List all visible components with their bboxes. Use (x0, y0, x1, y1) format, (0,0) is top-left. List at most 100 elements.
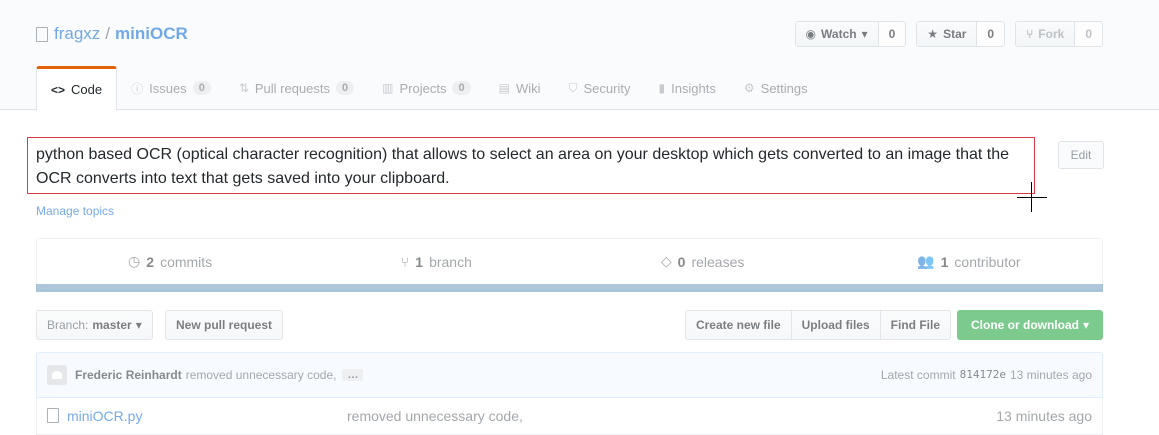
watch-count[interactable]: 0 (879, 22, 906, 46)
watch-label: Watch (821, 27, 857, 41)
tab-insights[interactable]: ▮ Insights (644, 66, 729, 110)
projects-counter: 0 (452, 81, 471, 95)
gear-icon: ⚙ (743, 81, 755, 95)
file-icon (47, 408, 59, 423)
tab-code[interactable]: <> Code (36, 66, 118, 111)
find-file-button[interactable]: Find File (881, 311, 950, 339)
fork-label: Fork (1038, 27, 1065, 41)
tab-issues-label: Issues (149, 80, 187, 96)
star-count[interactable]: 0 (977, 22, 1004, 46)
releases-summary[interactable]: ◇ 0 releases (570, 239, 836, 290)
issues-counter: 0 (192, 81, 211, 95)
manage-topics-link[interactable]: Manage topics (36, 204, 114, 218)
commits-summary[interactable]: ◷ 2 commits (37, 239, 303, 290)
contributor-count: 1 (940, 253, 949, 270)
wiki-icon: ▤ (498, 81, 510, 95)
tab-wiki-label: Wiki (515, 80, 541, 96)
tab-settings[interactable]: ⚙ Settings (730, 66, 822, 110)
eye-icon: ◉ (805, 27, 817, 41)
repo-header: fragxz / miniOCR ◉ Watch ▾ 0 ★ Star 0 ⑂ … (0, 0, 1159, 111)
clone-label: Clone or download (970, 318, 1079, 332)
crosshair-cursor-vertical (1031, 182, 1032, 212)
tab-projects-label: Projects (399, 80, 447, 96)
language-bar[interactable] (36, 284, 1103, 292)
project-icon: ▥ (382, 81, 394, 95)
graph-icon: ▮ (658, 81, 666, 95)
star-icon: ★ (927, 27, 939, 41)
tab-issues[interactable]: ⓘ Issues 0 (117, 66, 225, 110)
file-row: miniOCR.py removed unnecessary code, 13 … (36, 397, 1103, 435)
file-commit-message-link[interactable]: removed unnecessary code, (347, 408, 523, 424)
latest-commit-info: Latest commit 814172e 13 minutes ago (881, 368, 1092, 382)
branch-count: 1 (415, 253, 424, 270)
releases-count: 0 (677, 253, 686, 270)
tag-icon: ◇ (660, 253, 672, 269)
people-icon: 👥 (917, 253, 935, 269)
clone-or-download-button[interactable]: Clone or download ▾ (957, 310, 1103, 340)
latest-commit-label: Latest commit (880, 368, 956, 382)
repo-actions: ◉ Watch ▾ 0 ★ Star 0 ⑂ Fork 0 (794, 21, 1103, 47)
commits-count: 2 (146, 253, 155, 270)
commit-age: 13 minutes ago (1009, 368, 1092, 382)
pull-request-icon: ⇅ (238, 81, 249, 95)
tab-pull-requests-label: Pull requests (254, 80, 331, 96)
repo-icon (36, 26, 48, 42)
create-new-file-button[interactable]: Create new file (686, 311, 792, 339)
file-age: 13 minutes ago (996, 407, 1092, 424)
branch-icon: ⑂ (400, 253, 410, 270)
shield-icon: ⛉ (568, 80, 578, 95)
file-actions-group: Create new file Upload files Find File (684, 310, 951, 340)
commit-expand-button[interactable]: … (342, 369, 364, 381)
tab-security[interactable]: ⛉ Security (554, 66, 644, 110)
issue-icon: ⓘ (131, 81, 144, 96)
branch-name: master (92, 318, 132, 332)
history-icon: ◷ (128, 253, 141, 269)
watch-button[interactable]: ◉ Watch ▾ (795, 22, 879, 46)
crosshair-cursor-horizontal (1017, 197, 1047, 198)
tab-pull-requests[interactable]: ⇅ Pull requests 0 (225, 66, 368, 110)
releases-label: releases (691, 253, 745, 270)
repo-separator: / (105, 24, 111, 43)
tab-projects[interactable]: ▥ Projects 0 (368, 66, 484, 110)
fork-button[interactable]: ⑂ Fork (1016, 22, 1076, 46)
chevron-down-icon: ▾ (861, 27, 868, 41)
repo-title: fragxz / miniOCR (36, 24, 188, 44)
tab-wiki[interactable]: ▤ Wiki (485, 66, 555, 110)
watch-button-group: ◉ Watch ▾ 0 (794, 21, 907, 47)
file-name-link[interactable]: miniOCR.py (67, 408, 347, 424)
tab-security-label: Security (583, 80, 631, 96)
fork-icon: ⑂ (1026, 27, 1034, 41)
new-pull-request-button[interactable]: New pull request (165, 310, 284, 340)
branch-summary[interactable]: ⑂ 1 branch (303, 239, 569, 290)
commits-label: commits (160, 253, 213, 270)
fork-button-group: ⑂ Fork 0 (1015, 21, 1103, 47)
contributor-label: contributor (954, 253, 1021, 270)
code-icon: <> (51, 82, 66, 97)
branch-label: branch (429, 253, 472, 270)
chevron-down-icon: ▾ (1082, 318, 1090, 332)
edit-description-button[interactable]: Edit (1058, 141, 1104, 169)
repo-nav-tabs: <> Code ⓘ Issues 0 ⇅ Pull requests 0 ▥ P… (36, 66, 822, 111)
fork-count[interactable]: 0 (1075, 22, 1102, 46)
tab-code-label: Code (71, 82, 103, 97)
branch-prefix: Branch: (47, 318, 89, 332)
upload-files-button[interactable]: Upload files (792, 311, 881, 339)
tab-insights-label: Insights (671, 80, 716, 96)
star-button-group: ★ Star 0 (916, 21, 1006, 47)
pull-requests-counter: 0 (336, 81, 355, 95)
chevron-down-icon: ▾ (135, 318, 142, 332)
tab-settings-label: Settings (760, 80, 808, 96)
repo-description: python based OCR (optical character reco… (27, 137, 1035, 194)
file-navigation: Branch: master ▾ New pull request Create… (36, 310, 1103, 340)
commit-message-link[interactable]: removed unnecessary code, (186, 368, 337, 382)
repo-owner-link[interactable]: fragxz (54, 24, 100, 44)
avatar[interactable] (47, 365, 67, 385)
repo-name-link[interactable]: miniOCR (115, 24, 188, 44)
star-button[interactable]: ★ Star (917, 22, 978, 46)
commit-sha-link[interactable]: 814172e (960, 368, 1006, 382)
latest-commit-row: Frederic Reinhardt removed unnecessary c… (36, 352, 1103, 398)
contributor-summary[interactable]: 👥 1 contributor (836, 239, 1102, 290)
star-label: Star (943, 27, 967, 41)
branch-select-button[interactable]: Branch: master ▾ (36, 310, 153, 340)
commit-author-link[interactable]: Frederic Reinhardt (75, 368, 182, 382)
